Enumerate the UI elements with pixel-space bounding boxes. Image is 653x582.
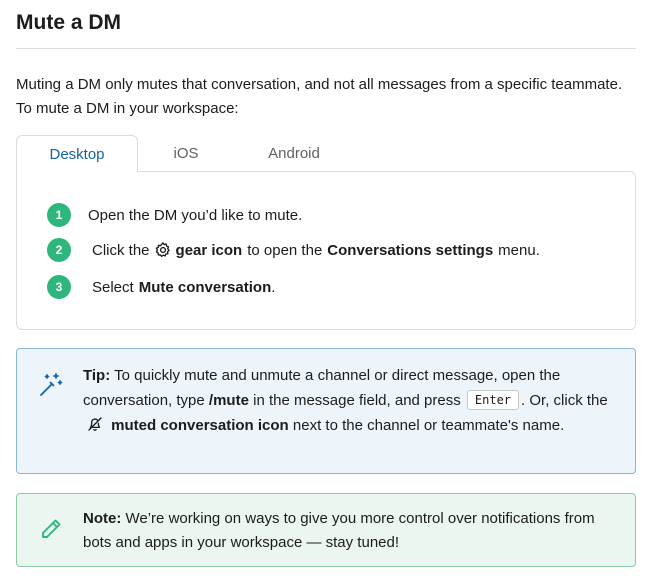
step-2-bold-settings: Conversations settings bbox=[327, 241, 494, 259]
pencil-icon bbox=[42, 519, 61, 538]
step-number: 2 bbox=[47, 238, 71, 262]
step-text: Select Mute conversation . bbox=[92, 279, 275, 296]
platform-tabs: Desktop iOS Android bbox=[16, 135, 636, 173]
tip-text-part: next to the channel or teammate's name. bbox=[292, 417, 565, 434]
step-3: 3 Select Mute conversation . bbox=[47, 275, 275, 299]
note-label: Note: bbox=[83, 510, 122, 527]
tip-label: Tip: bbox=[83, 367, 111, 384]
page-title: Mute a DM bbox=[16, 11, 121, 34]
step-text: Open the DM you’d like to mute. bbox=[88, 207, 302, 224]
mute-command: /mute bbox=[208, 392, 249, 409]
tab-desktop[interactable]: Desktop bbox=[16, 135, 138, 173]
enter-key: Enter bbox=[466, 390, 520, 410]
tip-callout: Tip: To quickly mute and unmute a channe… bbox=[16, 348, 636, 474]
step-2-pre: Click the bbox=[92, 241, 150, 259]
step-text: Click the gear icon to open the Conversa… bbox=[92, 241, 540, 259]
note-callout: Note: We’re working on ways to give you … bbox=[16, 493, 636, 567]
tip-text-part: . Or, click the bbox=[521, 392, 608, 409]
note-text: Note: We’re working on ways to give you … bbox=[83, 507, 623, 555]
title-divider bbox=[16, 48, 636, 49]
step-3-post: . bbox=[271, 278, 276, 296]
step-number: 3 bbox=[47, 275, 71, 299]
intro-text: Muting a DM only mutes that conversation… bbox=[16, 76, 623, 117]
step-3-bold: Mute conversation bbox=[138, 278, 272, 296]
gear-icon bbox=[155, 242, 170, 258]
tab-android[interactable]: Android bbox=[234, 135, 354, 172]
step-1-text: Open the DM you’d like to mute. bbox=[88, 206, 303, 224]
step-2-bold-gear: gear icon bbox=[175, 241, 243, 259]
step-2-post: menu. bbox=[498, 241, 540, 259]
step-2-mid: to open the bbox=[247, 241, 323, 259]
tip-text-part: in the message field, and press bbox=[253, 392, 461, 409]
sparkle-wand-icon bbox=[40, 373, 63, 396]
step-2: 2 Click the gear icon to open the Conver… bbox=[47, 238, 540, 262]
note-body: We’re working on ways to give you more c… bbox=[83, 510, 595, 551]
muted-bell-icon bbox=[88, 417, 102, 431]
tab-ios[interactable]: iOS bbox=[138, 135, 234, 172]
muted-icon-label: muted conversation icon bbox=[111, 417, 289, 434]
tab-panel-desktop: 1 Open the DM you’d like to mute. 2 Clic… bbox=[16, 171, 636, 330]
step-1: 1 Open the DM you’d like to mute. bbox=[47, 203, 302, 227]
tip-text: Tip: To quickly mute and unmute a channe… bbox=[83, 363, 623, 438]
step-number: 1 bbox=[47, 203, 71, 227]
step-3-pre: Select bbox=[92, 278, 134, 296]
